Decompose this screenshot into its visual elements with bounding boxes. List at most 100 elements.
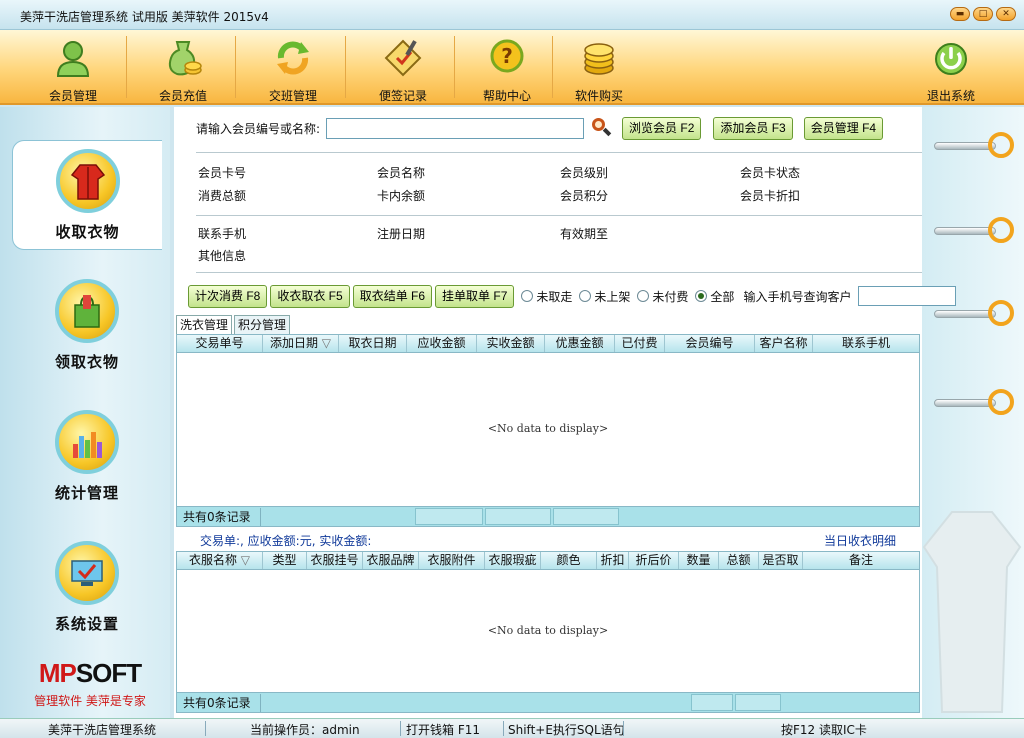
- toolbar-help-center[interactable]: ? 帮助中心: [470, 30, 544, 103]
- radio-unpaid[interactable]: 未付费: [637, 288, 688, 305]
- mpsoft-logo-icon: MPSOFT: [39, 658, 143, 688]
- column-header-label: 添加日期: [269, 336, 318, 350]
- items-table-header: 衣服名称 ▽ 类型 衣服挂号 衣服品牌 衣服附件 衣服瑕疵 颜色 折扣 折后价 …: [177, 552, 919, 570]
- column-header[interactable]: 衣服挂号: [307, 552, 363, 569]
- browse-members-button[interactable]: 浏览会员 F2: [622, 116, 702, 140]
- column-header[interactable]: 总额: [719, 552, 759, 569]
- toolbar-exit[interactable]: 退出系统: [914, 30, 988, 103]
- column-header[interactable]: 交易单号: [177, 335, 263, 352]
- column-header[interactable]: 取衣日期: [339, 335, 407, 352]
- footer-total-cell: [735, 694, 781, 711]
- card-discount-label: 会员卡折扣: [740, 189, 801, 203]
- purchase-icon: [584, 43, 614, 75]
- member-manage-button[interactable]: 会员管理 F4: [803, 116, 884, 140]
- column-header[interactable]: 折扣: [597, 552, 629, 569]
- radio-all[interactable]: 全部: [695, 288, 734, 305]
- status-bar: 美萍干洗店管理系统 当前操作员：admin 打开钱箱 F11 Shift+E执行…: [0, 718, 1024, 738]
- column-header[interactable]: 联系手机: [813, 335, 919, 352]
- receive-pickup-button[interactable]: 收衣取衣 F5: [270, 284, 350, 308]
- orders-table-header: 交易单号 添加日期 ▽ 取衣日期 应收金额 实收金额 优惠金额 已付费 会员编号…: [177, 335, 919, 353]
- column-header[interactable]: 是否取: [759, 552, 803, 569]
- tab-points-manage[interactable]: 积分管理: [234, 315, 291, 334]
- close-button[interactable]: ✕: [996, 7, 1016, 21]
- sidebar-item-settings[interactable]: 系统设置: [12, 533, 162, 643]
- column-header[interactable]: 数量: [679, 552, 719, 569]
- toolbar-divider: [235, 36, 236, 98]
- column-header[interactable]: 优惠金额: [545, 335, 615, 352]
- column-header[interactable]: 衣服附件: [419, 552, 485, 569]
- other-info-label: 其他信息: [198, 249, 247, 263]
- card-balance-label: 卡内余额: [377, 189, 426, 203]
- column-header[interactable]: 已付费: [615, 335, 665, 352]
- sidebar-item-pickup-clothes[interactable]: 领取衣物: [12, 271, 162, 381]
- tab-laundry-manage[interactable]: 洗衣管理: [176, 315, 233, 334]
- member-search-input[interactable]: [326, 117, 585, 139]
- status-sql-hint: Shift+E执行SQL语句: [508, 723, 625, 737]
- empty-message: <No data to display>: [487, 624, 609, 637]
- sort-icon: ▽: [240, 553, 251, 567]
- add-member-button[interactable]: 添加会员 F3: [713, 116, 793, 140]
- divider: [196, 215, 922, 216]
- status-open-drawer[interactable]: 打开钱箱 F11: [406, 721, 480, 738]
- radio-icon: [579, 290, 592, 302]
- minimize-button[interactable]: ▬: [950, 7, 970, 21]
- sidebar-item-label: 系统设置: [54, 615, 119, 633]
- toolbar-notes[interactable]: 便签记录: [366, 30, 440, 103]
- toolbar-label: 交班管理: [268, 89, 317, 103]
- toolbar-shift-manage[interactable]: 交班管理: [256, 30, 330, 103]
- radio-not-picked[interactable]: 未取走: [521, 288, 572, 305]
- svg-text:MPSOFT: MPSOFT: [39, 658, 142, 687]
- valid-until-label: 有效期至: [560, 227, 609, 241]
- column-header[interactable]: 会员编号: [665, 335, 755, 352]
- sidebar-item-receive-clothes[interactable]: 收取衣物: [12, 140, 162, 250]
- maximize-button[interactable]: □: [973, 7, 993, 21]
- column-header[interactable]: 颜色: [541, 552, 597, 569]
- record-count: 共有0条记录: [183, 693, 261, 712]
- column-header[interactable]: 应收金额: [407, 335, 477, 352]
- footer-total-cell: [415, 508, 483, 525]
- toolbar-divider: [552, 36, 553, 98]
- column-header[interactable]: 备注: [803, 552, 919, 569]
- toolbar-member-recharge[interactable]: 会员充值: [146, 30, 220, 103]
- right-decoration-panel: [920, 107, 1024, 718]
- column-header-label: 衣服名称: [188, 553, 237, 567]
- sidebar-item-statistics[interactable]: 统计管理: [12, 402, 162, 512]
- shift-icon: [277, 41, 309, 75]
- window-title: 美萍干洗店管理系统 试用版 美萍软件 2015v4: [20, 10, 269, 24]
- monitor-check-icon: [55, 541, 119, 605]
- column-header[interactable]: 衣服瑕疵: [485, 552, 541, 569]
- toolbar-member-manage[interactable]: 会员管理: [36, 30, 110, 103]
- status-divider: [205, 721, 206, 736]
- count-consume-button[interactable]: 计次消费 F8: [188, 284, 268, 308]
- column-header[interactable]: 折后价: [629, 552, 679, 569]
- column-header[interactable]: 衣服品牌: [363, 552, 419, 569]
- column-header[interactable]: 实收金额: [477, 335, 545, 352]
- card-number-label: 会员卡号: [198, 166, 247, 180]
- footer-total-cell: [553, 508, 619, 525]
- column-header-sortable[interactable]: 添加日期 ▽: [263, 335, 339, 352]
- search-label: 请输入会员编号或名称:: [196, 121, 321, 136]
- toolbar-label: 会员充值: [158, 89, 207, 103]
- status-app-name: 美萍干洗店管理系统: [48, 723, 157, 737]
- toolbar-purchase[interactable]: 软件购买: [562, 30, 636, 103]
- phone-query-input[interactable]: [858, 286, 957, 306]
- logo-tagline: 管理软件 美萍是专家: [34, 694, 146, 708]
- settle-order-button[interactable]: 取衣结单 F6: [352, 284, 433, 308]
- daily-receipt-detail-link[interactable]: 当日收衣明细: [824, 532, 896, 549]
- hold-order-button[interactable]: 挂单取单 F7: [435, 284, 515, 308]
- total-spend-label: 消费总额: [198, 189, 247, 203]
- radio-not-shelved[interactable]: 未上架: [579, 288, 630, 305]
- column-header[interactable]: 客户名称: [755, 335, 813, 352]
- sort-icon: ▽: [321, 336, 332, 350]
- toolbar-divider: [454, 36, 455, 98]
- phone-query-label: 输入手机号查询客户: [743, 289, 852, 304]
- main-toolbar: 会员管理 会员充值 交班管理 便签记录 ? 帮助中心 软件购买 退出系统: [0, 30, 1024, 105]
- power-icon: [935, 43, 967, 75]
- search-icon[interactable]: [590, 117, 612, 139]
- column-header-sortable[interactable]: 衣服名称 ▽: [177, 552, 263, 569]
- radio-checked-icon: [695, 290, 708, 302]
- items-table-footer: 共有0条记录: [177, 692, 919, 712]
- sidebar-item-label: 收取衣物: [55, 223, 120, 241]
- binder-ring-icon: [934, 389, 1014, 419]
- column-header[interactable]: 类型: [263, 552, 307, 569]
